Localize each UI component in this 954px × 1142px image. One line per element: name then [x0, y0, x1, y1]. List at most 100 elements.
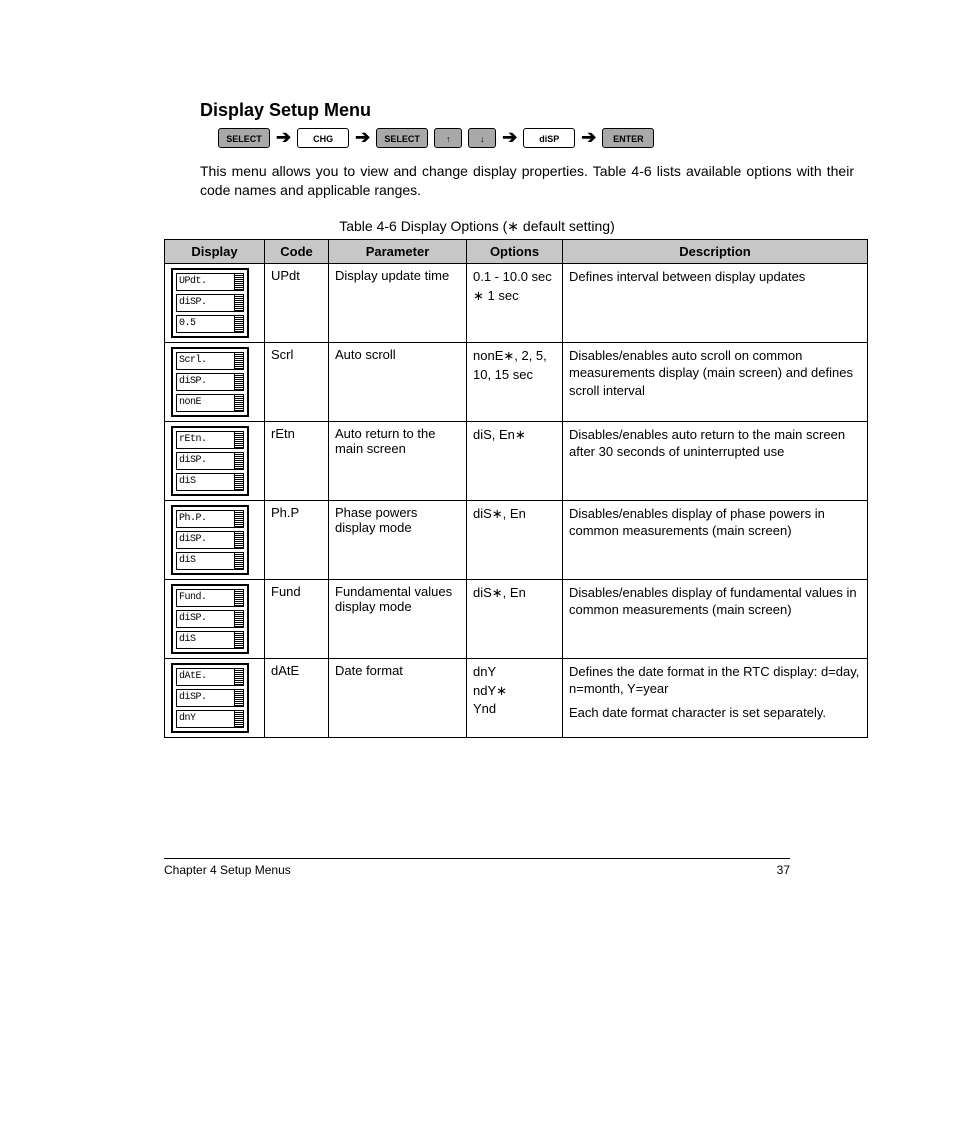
- lcd-hatch-icon: [234, 374, 243, 390]
- lcd-hatch-icon: [234, 511, 243, 527]
- lcd-row: Fund.: [176, 589, 244, 607]
- description-cell: Disables/enables display of phase powers…: [563, 500, 868, 579]
- breadcrumb-button-chg: CHG: [297, 128, 349, 148]
- lcd-row: diSP.: [176, 452, 244, 470]
- lcd-hatch-icon: [234, 669, 243, 685]
- description-cell: Disables/enables auto scroll on common m…: [563, 342, 868, 421]
- lcd-hatch-icon: [234, 353, 243, 369]
- table-caption-prefix: Table 4-6 Display Options: [339, 218, 502, 234]
- lcd-hatch-icon: [234, 295, 243, 311]
- lcd-row: diS: [176, 473, 244, 491]
- lcd-row: diSP.: [176, 531, 244, 549]
- parameter-cell: Display update time: [329, 263, 467, 342]
- parameter-cell: Auto return to the main screen: [329, 421, 467, 500]
- breadcrumb-button-disp: diSP: [523, 128, 575, 148]
- description-text: Disables/enables auto return to the main…: [569, 426, 861, 461]
- lcd-hatch-icon: [234, 632, 243, 648]
- display-cell: dAtE.diSP.dnY: [165, 658, 265, 737]
- description-cell: Defines interval between display updates: [563, 263, 868, 342]
- col-parameter: Parameter: [329, 239, 467, 263]
- col-code: Code: [265, 239, 329, 263]
- lcd-hatch-icon: [234, 316, 243, 332]
- lcd-row: rEtn.: [176, 431, 244, 449]
- description-cell: Disables/enables display of fundamental …: [563, 579, 868, 658]
- code-cell: Fund: [265, 579, 329, 658]
- description-text: Disables/enables auto scroll on common m…: [569, 347, 861, 400]
- display-cell: rEtn. diSP. diS: [165, 421, 265, 500]
- description-text: Defines interval between display updates: [569, 268, 861, 286]
- table-header-row: Display Code Parameter Options Descripti…: [165, 239, 868, 263]
- options-cell: 0.1 - 10.0 sec∗ 1 sec: [467, 263, 563, 342]
- lcd-hatch-icon: [234, 395, 243, 411]
- description-cell: Disables/enables auto return to the main…: [563, 421, 868, 500]
- lcd-hatch-icon: [234, 553, 243, 569]
- parameter-cell: Fundamental values display mode: [329, 579, 467, 658]
- arrow-right-icon: ➔: [581, 127, 596, 148]
- parameter-cell: Auto scroll: [329, 342, 467, 421]
- code-cell: rEtn: [265, 421, 329, 500]
- lcd-hatch-icon: [234, 474, 243, 490]
- lcd-hatch-icon: [234, 432, 243, 448]
- display-cell: Scrl. diSP. nonE: [165, 342, 265, 421]
- section-heading: Display Setup Menu: [200, 100, 854, 121]
- options-cell: diS∗, En: [467, 500, 563, 579]
- description-text: Defines the date format in the RTC displ…: [569, 663, 861, 698]
- table-caption: Table 4-6 Display Options (∗ default set…: [100, 218, 854, 235]
- lcd-row: diS: [176, 631, 244, 649]
- up-arrow-icon: ↑: [434, 128, 462, 148]
- lcd-icon: Fund. diSP. diS: [171, 584, 249, 654]
- breadcrumb-button-select-1: SELECT: [218, 128, 270, 148]
- lcd-row: diSP.: [176, 294, 244, 312]
- table-row: rEtn. diSP. diS rEtnAuto return to the main…: [165, 421, 868, 500]
- lcd-row: dAtE.: [176, 668, 244, 686]
- table-row: Scrl. diSP. nonE ScrlAuto scrollnonE∗, 2, 5…: [165, 342, 868, 421]
- display-cell: Ph.P.diSP.diS: [165, 500, 265, 579]
- table-row: dAtE.diSP.dnYdAtEDate formatdnYndY∗YndDe…: [165, 658, 868, 737]
- lcd-hatch-icon: [234, 274, 243, 290]
- table-caption-default: (∗ default setting): [503, 218, 615, 234]
- arrow-right-icon: ➔: [502, 127, 517, 148]
- lcd-icon: Ph.P.diSP.diS: [171, 505, 249, 575]
- lcd-hatch-icon: [234, 611, 243, 627]
- table-row: UPdt.diSP.0.5UPdtDisplay update time0.1 …: [165, 263, 868, 342]
- lcd-icon: Scrl. diSP. nonE: [171, 347, 249, 417]
- lcd-hatch-icon: [234, 711, 243, 727]
- options-cell: dnYndY∗Ynd: [467, 658, 563, 737]
- lcd-hatch-icon: [234, 532, 243, 548]
- display-cell: Fund. diSP. diS: [165, 579, 265, 658]
- options-cell: diS∗, En: [467, 579, 563, 658]
- lcd-row: nonE: [176, 394, 244, 412]
- parameter-cell: Date format: [329, 658, 467, 737]
- code-cell: UPdt: [265, 263, 329, 342]
- col-options: Options: [467, 239, 563, 263]
- lcd-hatch-icon: [234, 590, 243, 606]
- breadcrumb: SELECT ➔ CHG ➔ SELECT ↑ ↓ ➔ diSP ➔ ENTER: [218, 127, 854, 148]
- col-display: Display: [165, 239, 265, 263]
- lcd-hatch-icon: [234, 453, 243, 469]
- lcd-row: Ph.P.: [176, 510, 244, 528]
- lcd-hatch-icon: [234, 690, 243, 706]
- options-cell: diS, En∗: [467, 421, 563, 500]
- down-arrow-icon: ↓: [468, 128, 496, 148]
- table-row: Ph.P.diSP.diSPh.PPhase powers display mo…: [165, 500, 868, 579]
- lcd-row: diSP.: [176, 610, 244, 628]
- footer-page-number: 37: [777, 863, 790, 877]
- lcd-row: dnY: [176, 710, 244, 728]
- description-text: Disables/enables display of phase powers…: [569, 505, 861, 540]
- col-description: Description: [563, 239, 868, 263]
- code-cell: dAtE: [265, 658, 329, 737]
- options-cell: nonE∗, 2, 5, 10, 15 sec: [467, 342, 563, 421]
- description-cell: Defines the date format in the RTC displ…: [563, 658, 868, 737]
- lcd-icon: rEtn. diSP. diS: [171, 426, 249, 496]
- description-text: Disables/enables display of fundamental …: [569, 584, 861, 619]
- lcd-row: diSP.: [176, 373, 244, 391]
- breadcrumb-button-enter: ENTER: [602, 128, 654, 148]
- lcd-icon: UPdt.diSP.0.5: [171, 268, 249, 338]
- code-cell: Ph.P: [265, 500, 329, 579]
- code-cell: Scrl: [265, 342, 329, 421]
- lcd-row: Scrl.: [176, 352, 244, 370]
- arrow-right-icon: ➔: [276, 127, 291, 148]
- page-footer: Chapter 4 Setup Menus 37: [164, 858, 790, 877]
- display-cell: UPdt.diSP.0.5: [165, 263, 265, 342]
- footer-chapter: Chapter 4 Setup Menus: [164, 863, 291, 877]
